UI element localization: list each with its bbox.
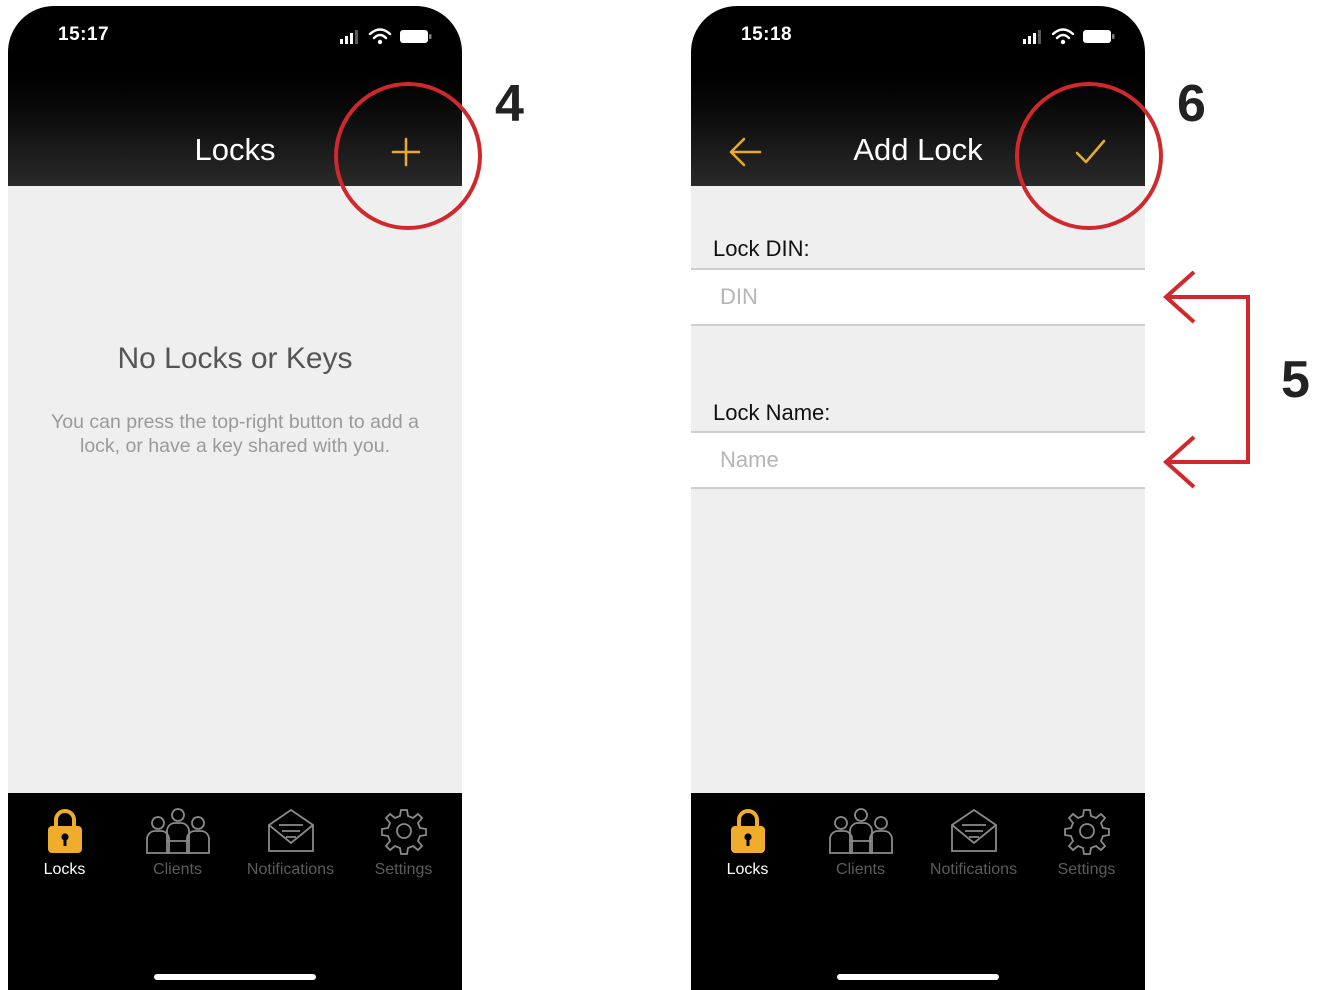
empty-state-title: No Locks or Keys [117,342,353,375]
signal-icon [1023,30,1041,44]
step-number-6: 6 [1177,75,1206,133]
envelope-icon [950,808,997,852]
tab-locks[interactable]: Locks [8,807,121,887]
tab-notifications[interactable]: Notifications [917,807,1030,887]
status-icons [1023,28,1115,45]
name-label: Lock Name: [713,400,831,425]
tab-notifications[interactable]: Notifications [234,807,347,887]
step-number-5: 5 [1281,351,1310,409]
locks-list-empty: No Locks or Keys You can press the top-r… [8,186,462,793]
empty-state-description: You can press the top-right button to ad… [51,411,419,457]
add-lock-form: Lock DIN: Lock Name: [691,186,1145,793]
tab-label: Settings [374,861,433,878]
signal-icon [340,30,358,44]
tab-clients[interactable]: Clients [121,807,234,887]
tab-clients[interactable]: Clients [804,807,917,887]
callout-circle-add [334,82,482,230]
status-icons [340,28,432,45]
din-label: Lock DIN: [713,236,810,261]
callout-circle-confirm [1015,82,1163,230]
envelope-icon [267,808,314,852]
gear-icon [380,809,427,855]
tab-label: Settings [1057,861,1116,878]
battery-icon [400,30,432,43]
din-input[interactable] [691,270,1145,324]
clients-icon [828,808,893,854]
tab-label: Notifications [246,861,335,878]
tab-bar: Locks Clients Notifications Settings [8,793,462,990]
battery-icon [1083,30,1115,43]
wifi-icon [1051,28,1075,40]
tab-label: Locks [43,861,86,878]
wifi-icon [368,28,392,40]
tab-label: Locks [726,861,769,878]
status-time: 15:17 [58,24,110,45]
tab-bar: Locks Clients Notifications Settings [691,793,1145,990]
status-time: 15:18 [741,24,793,45]
tab-locks[interactable]: Locks [691,807,804,887]
tab-label: Clients [836,861,885,878]
home-indicator [154,974,316,980]
step-number-4: 4 [495,75,524,133]
name-input[interactable] [691,433,1145,487]
home-indicator [837,974,999,980]
lock-icon [47,809,82,853]
lock-icon [730,809,765,853]
tab-settings[interactable]: Settings [1030,807,1143,887]
tab-settings[interactable]: Settings [347,807,460,887]
din-field-row [691,268,1145,326]
callout-bracket-arrows [1162,270,1250,489]
tab-label: Clients [153,861,202,878]
name-field-row [691,431,1145,489]
clients-icon [145,808,210,854]
tab-label: Notifications [929,861,1018,878]
gear-icon [1063,809,1110,855]
